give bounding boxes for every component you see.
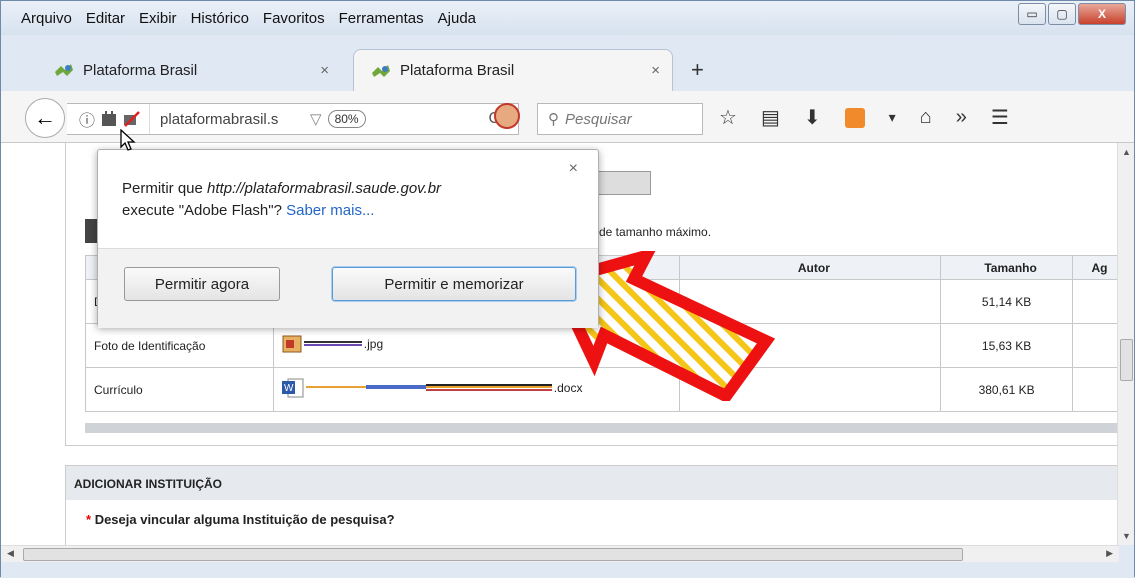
url-identity-icons: ⓘ <box>67 104 151 134</box>
file-type-cell: Foto de Identificação <box>85 323 274 368</box>
action-cell[interactable] <box>1072 367 1119 412</box>
new-tab-button[interactable]: + <box>691 57 704 83</box>
chevron-down-icon[interactable]: ▾ <box>889 109 896 126</box>
tab-plataforma-brasil-2[interactable]: Plataforma Brasil × <box>353 49 673 91</box>
close-icon[interactable]: × <box>569 160 578 178</box>
redacted-filename-icon <box>303 341 362 346</box>
size-hint: de tamanho máximo. <box>599 225 712 239</box>
question-text: Deseja vincular alguma Instituição de pe… <box>94 512 395 527</box>
institution-question: * Deseja vincular alguma Instituição de … <box>66 500 1118 527</box>
browser-window: Arquivo Editar Exibir Histórico Favorito… <box>0 0 1135 578</box>
menu-bar: Arquivo Editar Exibir Histórico Favorito… <box>1 1 1134 35</box>
window-controls: ▭ ▢ X <box>1018 3 1126 25</box>
back-button[interactable]: ← <box>25 98 65 138</box>
home-icon[interactable]: ⌂ <box>920 106 932 129</box>
add-institution-section: ADICIONAR INSTITUIÇÃO * Deseja vincular … <box>65 465 1119 545</box>
scroll-left-icon[interactable]: ◀ <box>7 548 14 559</box>
bookmark-star-icon[interactable]: ☆ <box>719 105 737 130</box>
plugin-icon[interactable] <box>101 111 117 127</box>
horizontal-scrollbar[interactable]: ◀ ▶ <box>1 545 1119 562</box>
navigation-bar: ← ⓘ plataformabrasil.s ▽ 80% C ⚲ Pesquis… <box>1 91 1134 143</box>
menu-item-historico[interactable]: Histórico <box>191 10 249 27</box>
popup-footer: Permitir agora Permitir e memorizar <box>98 248 598 328</box>
size-cell: 380,61 KB <box>940 367 1074 412</box>
popup-text-mid: execute "Adobe Flash"? <box>122 202 287 219</box>
required-marker: * <box>86 512 92 527</box>
redacted-filename-icon <box>305 384 552 391</box>
toolbar: ☆ ▤ ⬇ ▾ ⌂ » ☰ <box>719 105 1009 130</box>
zoom-indicator[interactable]: 80% <box>327 110 366 128</box>
scrollbar-thumb[interactable] <box>1120 339 1133 381</box>
tracking-block-icon[interactable] <box>494 103 520 129</box>
table-footer <box>85 423 1119 433</box>
maximize-button[interactable]: ▢ <box>1048 3 1076 25</box>
status-bar <box>1 562 1134 578</box>
scroll-down-icon[interactable]: ▼ <box>1122 531 1131 541</box>
table-header-tamanho: Tamanho <box>940 255 1074 280</box>
allow-and-remember-button[interactable]: Permitir e memorizar <box>332 267 576 301</box>
menu-item-exibir[interactable]: Exibir <box>139 10 177 27</box>
popup-text-prefix: Permitir que <box>122 180 208 197</box>
close-button[interactable]: X <box>1078 3 1126 25</box>
menu-item-ajuda[interactable]: Ajuda <box>438 10 476 27</box>
search-icon: ⚲ <box>548 111 559 128</box>
size-cell: 51,14 KB <box>940 279 1074 324</box>
rss-icon[interactable] <box>844 107 865 128</box>
file-type-cell: Currículo <box>85 367 274 412</box>
popup-url: http://plataformabrasil.saude.gov.br <box>207 180 442 197</box>
blocked-plugin-icon[interactable] <box>123 111 141 127</box>
size-cell: 15,63 KB <box>940 323 1074 368</box>
tab-close-icon[interactable]: × <box>320 62 329 79</box>
plataforma-brasil-favicon-icon <box>372 64 390 77</box>
back-arrow-icon: ← <box>34 105 56 130</box>
tab-label: Plataforma Brasil <box>400 62 515 79</box>
info-icon[interactable]: ⓘ <box>79 107 95 131</box>
url-text: plataformabrasil.s <box>160 110 279 128</box>
action-cell[interactable] <box>1072 279 1119 324</box>
download-icon[interactable]: ⬇ <box>804 105 821 130</box>
search-placeholder: Pesquisar <box>565 110 632 128</box>
image-file-icon <box>282 335 302 353</box>
tab-plataforma-brasil-1[interactable]: Plataforma Brasil × <box>41 49 341 91</box>
action-cell[interactable] <box>1072 323 1119 368</box>
file-extension: .jpg <box>363 337 384 351</box>
tab-close-icon[interactable]: × <box>651 62 660 79</box>
flash-permission-popup: × Permitir que http://plataformabrasil.s… <box>97 149 599 328</box>
search-input[interactable]: ⚲ Pesquisar <box>537 103 703 135</box>
word-file-icon: W <box>281 378 304 398</box>
vertical-scrollbar[interactable]: ▲ ▼ <box>1117 143 1134 545</box>
allow-now-button[interactable]: Permitir agora <box>124 267 280 301</box>
scroll-right-icon[interactable]: ▶ <box>1106 548 1113 559</box>
section-title: ADICIONAR INSTITUIÇÃO <box>66 466 1118 500</box>
tab-label: Plataforma Brasil <box>83 61 198 79</box>
mouse-cursor-icon <box>120 129 136 151</box>
reading-list-icon[interactable]: ▤ <box>761 105 780 130</box>
dropdown-icon[interactable]: ▽ <box>310 110 322 128</box>
scrollbar-thumb[interactable] <box>23 548 963 561</box>
table-header-actions: Ag <box>1072 255 1119 280</box>
menu-item-editar[interactable]: Editar <box>86 10 125 27</box>
learn-more-link[interactable]: Saber mais... <box>286 202 374 219</box>
tab-bar: Plataforma Brasil × Plataforma Brasil × … <box>1 49 1134 91</box>
minimize-button[interactable]: ▭ <box>1018 3 1046 25</box>
menu-list: Arquivo Editar Exibir Histórico Favorito… <box>21 10 476 27</box>
menu-item-arquivo[interactable]: Arquivo <box>21 10 72 27</box>
plataforma-brasil-favicon-icon <box>55 64 73 76</box>
scroll-up-icon[interactable]: ▲ <box>1122 147 1131 157</box>
popup-message: Permitir que http://plataformabrasil.sau… <box>122 178 562 222</box>
svg-text:W: W <box>284 383 294 394</box>
menu-item-favoritos[interactable]: Favoritos <box>263 10 325 27</box>
overflow-icon[interactable]: » <box>956 106 967 129</box>
menu-item-ferramentas[interactable]: Ferramentas <box>339 10 424 27</box>
menu-icon[interactable]: ☰ <box>991 105 1009 130</box>
